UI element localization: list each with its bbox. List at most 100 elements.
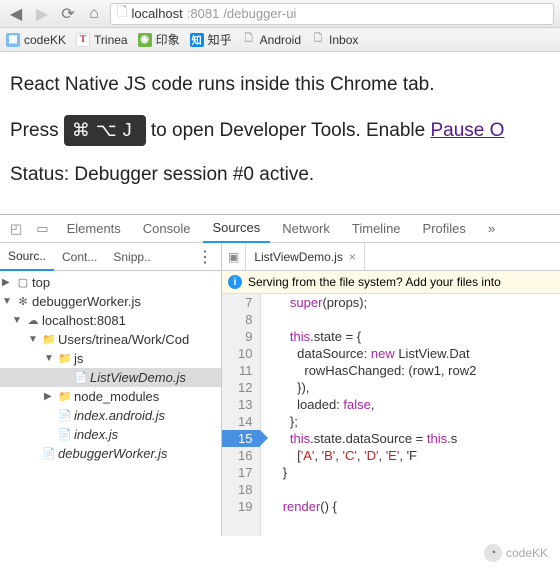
expand-arrow-icon[interactable]: ▼ <box>2 296 14 307</box>
file-tab-listviewdemo[interactable]: ListViewDemo.js × <box>246 243 365 270</box>
devtools-tabs: ◰ ▭ Elements Console Sources Network Tim… <box>0 215 560 243</box>
info-icon: i <box>228 275 242 289</box>
code-line: render() { <box>275 498 560 515</box>
line-number[interactable]: 17 <box>238 464 252 481</box>
wechat-icon: ◔ <box>484 544 502 562</box>
tree-item[interactable]: 📄index.android.js <box>0 406 221 425</box>
sidebar-tab-sources[interactable]: Sourc.. <box>0 243 54 271</box>
line-gutter[interactable]: 78910111213141516171819 <box>222 294 261 536</box>
tree-item[interactable]: 📄ListViewDemo.js <box>0 368 221 387</box>
tree-label: Users/trinea/Work/Cod <box>58 332 189 347</box>
tab-more[interactable]: » <box>478 215 505 242</box>
tree-item[interactable]: ▶📁node_modules <box>0 387 221 406</box>
zhihu-icon: 知 <box>190 33 204 47</box>
code-line: ['A', 'B', 'C', 'D', 'E', 'F <box>275 447 560 464</box>
expand-arrow-icon[interactable]: ▶ <box>2 277 14 288</box>
tree-label: top <box>32 275 50 290</box>
code-line: } <box>275 464 560 481</box>
sidebar-tab-content[interactable]: Cont... <box>54 244 105 270</box>
code-area[interactable]: 78910111213141516171819 super(props); th… <box>222 294 560 536</box>
sidebar-tabs: Sourc.. Cont... Snipp.. ⋮ <box>0 243 221 271</box>
expand-arrow-icon[interactable]: ▶ <box>44 391 56 402</box>
source-editor: ▣ ListViewDemo.js × i Serving from the f… <box>222 243 560 536</box>
tab-sources[interactable]: Sources <box>203 214 271 243</box>
forward-button[interactable]: ▶ <box>32 4 52 24</box>
line-number[interactable]: 14 <box>238 413 252 430</box>
line-number[interactable]: 15 <box>222 430 260 447</box>
line-number[interactable]: 10 <box>238 345 252 362</box>
bookmark-codekk[interactable]: ▦codeKK <box>6 33 66 47</box>
tree-item[interactable]: 📄index.js <box>0 425 221 444</box>
bookmark-evernote[interactable]: ◉印象 <box>138 31 180 48</box>
bookmark-inbox[interactable]: 🗋Inbox <box>311 33 358 47</box>
folder-icon: 📁 <box>58 352 72 366</box>
gear-icon: ✻ <box>16 295 30 309</box>
line-number[interactable]: 18 <box>238 481 252 498</box>
tree-item[interactable]: ▼📁Users/trinea/Work/Cod <box>0 330 221 349</box>
toggle-navigator-icon[interactable]: ▣ <box>222 243 246 270</box>
frame-icon: ▢ <box>16 276 30 290</box>
code-line: this.state = { <box>275 328 560 345</box>
evernote-icon: ◉ <box>138 33 152 47</box>
bookmark-zhihu[interactable]: 知知乎 <box>190 31 232 48</box>
sidebar-tab-snippets[interactable]: Snipp.. <box>105 244 158 270</box>
reload-button[interactable]: ⟳ <box>58 4 78 24</box>
url-host: localhost <box>131 6 182 21</box>
tree-item[interactable]: ▶▢top <box>0 273 221 292</box>
tree-item[interactable]: ▼📁js <box>0 349 221 368</box>
code-line <box>275 481 560 498</box>
device-icon[interactable]: ▭ <box>30 217 54 241</box>
source-lines[interactable]: super(props); this.state = { dataSource:… <box>261 294 560 536</box>
expand-arrow-icon[interactable]: ▼ <box>28 334 40 345</box>
tab-network[interactable]: Network <box>272 215 340 242</box>
url-path: /debugger-ui <box>223 6 296 21</box>
inspect-icon[interactable]: ◰ <box>4 217 28 241</box>
line-number[interactable]: 16 <box>238 447 252 464</box>
tab-profiles[interactable]: Profiles <box>413 215 476 242</box>
file-icon: 🗋 <box>311 33 325 47</box>
back-button[interactable]: ◀ <box>6 4 26 24</box>
close-icon[interactable]: × <box>349 250 356 264</box>
tree-label: debuggerWorker.js <box>32 294 141 309</box>
line-number[interactable]: 9 <box>238 328 252 345</box>
address-bar[interactable]: 🗋 localhost:8081/debugger-ui <box>110 3 554 25</box>
keyboard-shortcut: ⌘⌥J <box>64 115 146 146</box>
pause-link[interactable]: Pause O <box>430 120 504 141</box>
file-tree: ▶▢top▼✻debuggerWorker.js▼☁localhost:8081… <box>0 271 221 536</box>
code-line: }; <box>275 413 560 430</box>
bookmark-trinea[interactable]: TTrinea <box>76 33 128 47</box>
url-port: :8081 <box>187 6 220 21</box>
bookmark-android[interactable]: 🗋Android <box>242 33 301 47</box>
line-number[interactable]: 19 <box>238 498 252 515</box>
tree-label: index.js <box>74 427 118 442</box>
tab-timeline[interactable]: Timeline <box>342 215 411 242</box>
code-line: dataSource: new ListView.Dat <box>275 345 560 362</box>
line-number[interactable]: 8 <box>238 311 252 328</box>
cloud-icon: ☁ <box>26 314 40 328</box>
tab-elements[interactable]: Elements <box>57 215 131 242</box>
code-line: }), <box>275 379 560 396</box>
tree-label: node_modules <box>74 389 159 404</box>
tree-item[interactable]: ▼☁localhost:8081 <box>0 311 221 330</box>
line-number[interactable]: 12 <box>238 379 252 396</box>
tree-item[interactable]: 📄debuggerWorker.js <box>0 444 221 463</box>
info-bar: i Serving from the file system? Add your… <box>222 271 560 294</box>
tree-label: ListViewDemo.js <box>90 370 186 385</box>
browser-toolbar: ◀ ▶ ⟳ ⌂ 🗋 localhost:8081/debugger-ui <box>0 0 560 28</box>
file-icon: 📄 <box>42 447 56 461</box>
expand-arrow-icon[interactable]: ▼ <box>44 353 56 364</box>
line-number[interactable]: 11 <box>238 362 252 379</box>
line-number[interactable]: 13 <box>238 396 252 413</box>
watermark: ◔ codeKK <box>484 544 548 562</box>
line-number[interactable]: 7 <box>238 294 252 311</box>
sources-sidebar: Sourc.. Cont... Snipp.. ⋮ ▶▢top▼✻debugge… <box>0 243 222 536</box>
more-icon[interactable]: ⋮ <box>189 247 221 267</box>
home-button[interactable]: ⌂ <box>84 4 104 24</box>
expand-arrow-icon[interactable]: ▼ <box>12 315 24 326</box>
tree-item[interactable]: ▼✻debuggerWorker.js <box>0 292 221 311</box>
site-icon: T <box>76 33 90 47</box>
folder-icon: 📁 <box>42 333 56 347</box>
folder-icon: 📁 <box>58 390 72 404</box>
tab-console[interactable]: Console <box>133 215 201 242</box>
folder-icon: ▦ <box>6 33 20 47</box>
